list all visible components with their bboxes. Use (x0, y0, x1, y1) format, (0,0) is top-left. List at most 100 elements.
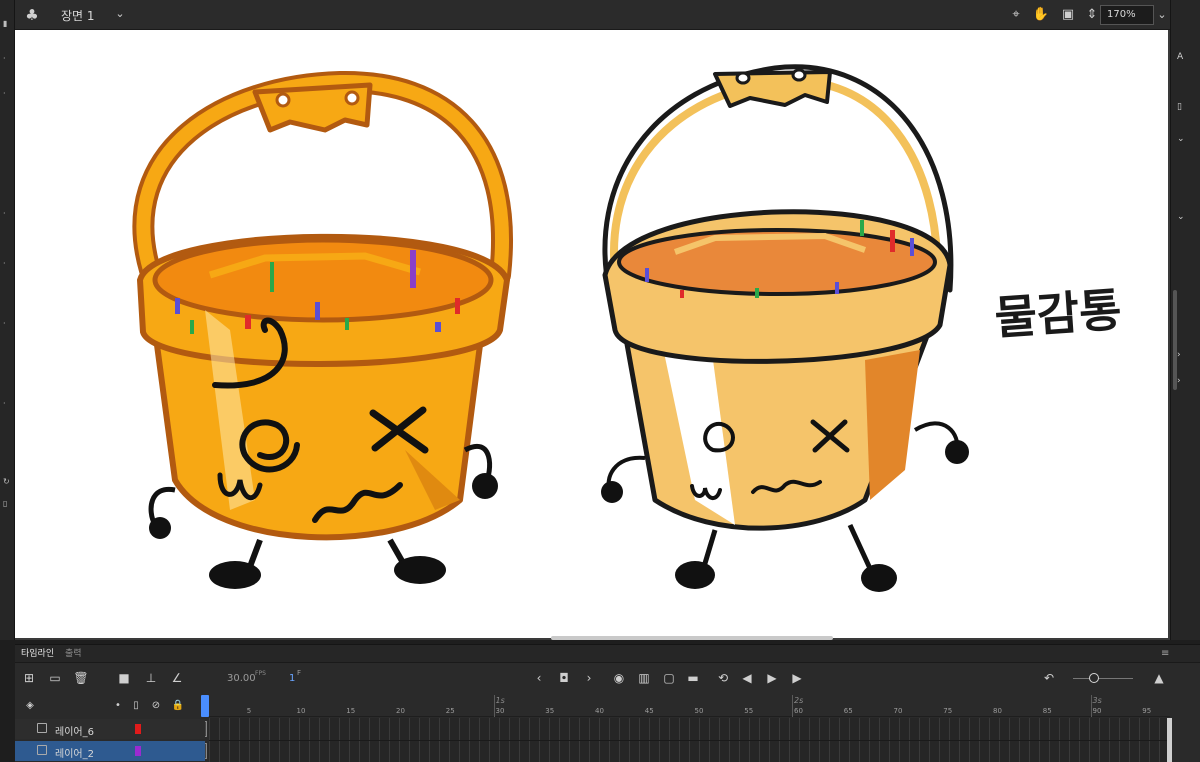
chevron-down-icon[interactable]: ⌄ (112, 5, 128, 23)
tab-timeline[interactable]: 타임라인 (21, 647, 54, 661)
stage-header: ♣ 장면 1 ⌄ ⌖ ✋ ▣ ⇕ 170% ⌄ (15, 0, 1170, 30)
handwritten-label: 물감통 (993, 282, 1123, 345)
second-marker (1090, 695, 1092, 717)
ruler-frame-number: 70 (893, 707, 903, 715)
timeline-zoom-knob[interactable] (1089, 673, 1099, 683)
chevron-down-icon[interactable]: ⌄ (1177, 210, 1199, 224)
layer-parenting-icon[interactable]: ⊥ (143, 670, 159, 686)
tool-icon[interactable]: · (3, 55, 11, 63)
sketch-bucket[interactable] (601, 64, 969, 592)
timeline-tabs: 타임라인 출력 ≡ (15, 645, 1200, 663)
step-back-icon[interactable]: ◀ (739, 670, 755, 686)
new-layer-icon[interactable]: ⊞ (21, 670, 37, 686)
undo-icon[interactable]: ↶ (1041, 670, 1057, 686)
layer-header: ◈ • ▯ ⊘ 🔒 (15, 695, 205, 717)
layer-color-swatch[interactable] (135, 724, 141, 734)
ruler-frame-number: 40 (595, 707, 604, 715)
tab-output[interactable]: 출력 (65, 647, 82, 661)
next-keyframe-icon[interactable]: › (581, 670, 597, 686)
layer-icon (37, 745, 47, 755)
ruler-frame-number: 10 (296, 707, 306, 715)
ruler-frame-number: 50 (694, 707, 704, 715)
zoom-stepper-icon[interactable]: ⇕ (1083, 6, 1101, 24)
tool-icon[interactable]: · (3, 320, 11, 328)
fps-label: FPS (255, 670, 266, 677)
delete-icon[interactable]: 🗑 (73, 670, 89, 686)
ruler-frame-number: 65 (843, 707, 853, 715)
playhead[interactable] (201, 695, 209, 717)
timeline-scrollbar[interactable] (1167, 718, 1172, 762)
fps-value[interactable]: 30.00 (227, 673, 256, 684)
rotate-stage-icon[interactable]: ✋ (1032, 6, 1050, 24)
artwork: 물감통 (132, 64, 1123, 592)
stage-area: 물감통 (15, 30, 1170, 640)
layer-row[interactable]: 레이어_2 (15, 741, 205, 761)
timeline-zoom-slider[interactable] (1073, 678, 1133, 679)
chevron-right-icon[interactable]: › (1177, 348, 1199, 362)
panel-menu-icon[interactable]: ≡ (1161, 648, 1169, 659)
tools-panel: ▮ · · · · · · ↻ ▯ (0, 0, 15, 640)
chevron-down-icon[interactable]: ⌄ (1177, 132, 1199, 146)
layer-name: 레이어_2 (55, 749, 94, 760)
row-separator (209, 740, 1167, 741)
play-icon[interactable]: ▶ (764, 670, 780, 686)
dot-icon[interactable]: • (111, 699, 125, 713)
panel-tab-icon[interactable]: A (1177, 50, 1199, 64)
tool-icon[interactable]: · (3, 400, 11, 408)
second-label: 3s (1092, 696, 1102, 705)
layer-icon (37, 723, 47, 733)
second-marker (493, 695, 495, 717)
panel-scrollbar[interactable] (1173, 290, 1177, 390)
camera-icon[interactable]: ■ (116, 670, 132, 686)
second-label: 2s (794, 696, 804, 705)
loop-icon[interactable]: ⟲ (715, 670, 731, 686)
edit-multiple-frames-icon[interactable]: ▥ (636, 670, 652, 686)
tool-icon[interactable]: ▯ (3, 500, 11, 508)
second-marker (792, 695, 793, 717)
lock-icon[interactable]: 🔒 (171, 699, 185, 713)
graph-icon[interactable]: ∠ (169, 670, 185, 686)
chevron-right-icon[interactable]: › (1177, 374, 1199, 388)
ruler-frame-number: 5 (246, 707, 252, 715)
ruler-frame-number: 60 (794, 707, 803, 715)
vector-bucket[interactable] (132, 70, 513, 589)
mountain-zoom-icon[interactable]: ▲ (1151, 670, 1167, 686)
frame-label: F (297, 669, 302, 677)
canvas[interactable]: 물감통 (15, 30, 1168, 638)
outline-icon[interactable]: ▯ (129, 699, 143, 713)
chevron-down-icon[interactable]: ⌄ (1154, 5, 1170, 25)
onion-skin-icon[interactable]: ◉ (611, 670, 627, 686)
current-frame-value[interactable]: 1 (289, 673, 295, 684)
insert-blank-icon[interactable]: ▢ (661, 670, 677, 686)
ruler-frame-number: 45 (644, 707, 654, 715)
tool-icon[interactable]: · (3, 260, 11, 268)
select-tool-icon[interactable]: ▮ (3, 20, 11, 28)
layers-icon[interactable]: ◈ (23, 699, 37, 713)
clip-icon[interactable]: ▬ (685, 670, 701, 686)
swap-icon[interactable]: ↻ (3, 478, 11, 486)
eye-hidden-icon[interactable]: ⊘ (149, 699, 163, 713)
tool-icon[interactable]: · (3, 90, 11, 98)
panel-tab-icon[interactable]: ▯ (1177, 100, 1199, 114)
layer-name: 레이어_6 (55, 727, 94, 738)
ruler-frame-number: 80 (993, 707, 1002, 715)
zoom-input[interactable]: 170% (1100, 5, 1154, 25)
layer-row[interactable]: 레이어_6 (15, 719, 205, 739)
ruler-frame-number: 35 (545, 707, 555, 715)
horizontal-scrollbar[interactable] (551, 636, 833, 640)
prev-keyframe-icon[interactable]: ‹ (531, 670, 547, 686)
layer-color-swatch[interactable] (135, 746, 141, 756)
scene-icon[interactable]: ♣ (23, 6, 41, 24)
clip-stage-icon[interactable]: ▣ (1059, 6, 1077, 24)
ruler-frame-number: 85 (1042, 707, 1052, 715)
step-forward-icon[interactable]: ▶ (789, 670, 805, 686)
ruler-frame-number: 90 (1092, 707, 1102, 715)
new-folder-icon[interactable]: ▭ (47, 670, 63, 686)
frame-ruler[interactable]: 5 10 15 20 25 30 35 40 45 50 55 60 65 70 75 80 85 90 95 1s 2… (205, 695, 1170, 717)
center-stage-icon[interactable]: ⌖ (1007, 6, 1025, 24)
scene-name: 장면 1 (61, 9, 95, 23)
ruler-frame-number: 20 (396, 707, 405, 715)
insert-keyframe-icon[interactable]: ◘ (556, 670, 572, 686)
timeline-panel: 타임라인 출력 ≡ ⊞ ▭ 🗑 ■ ⊥ ∠ 30.00 FPS 1 F ‹ ◘ … (15, 644, 1200, 762)
tool-icon[interactable]: · (3, 210, 11, 218)
